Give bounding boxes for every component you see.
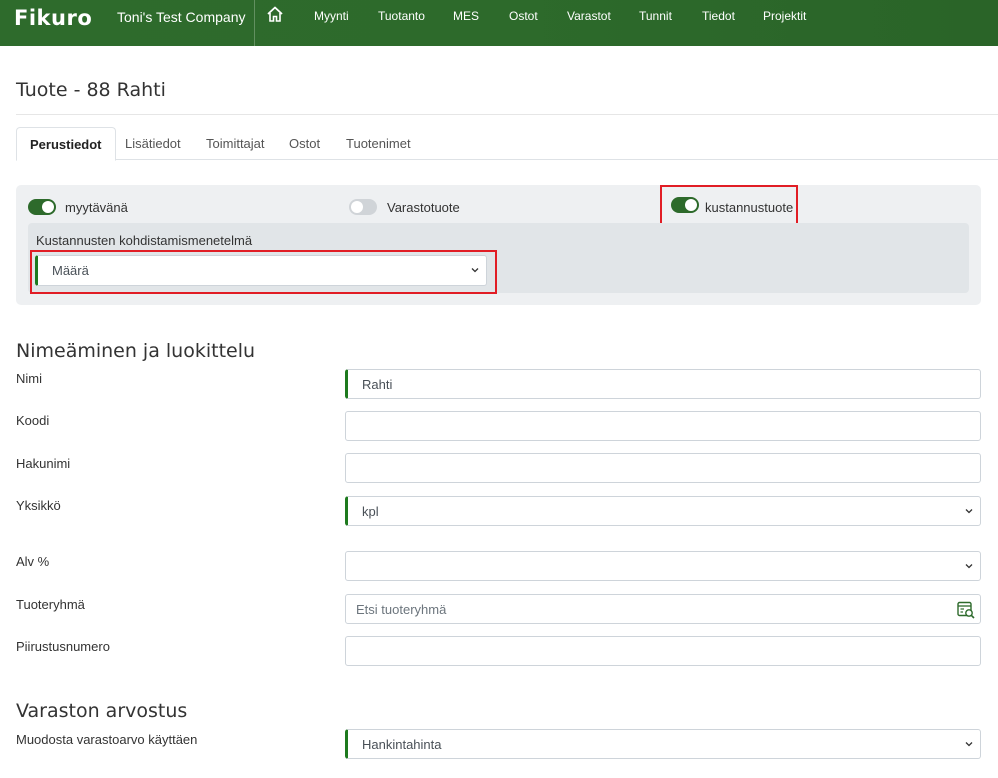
code-label: Koodi	[16, 413, 50, 428]
for-sale-toggle[interactable]	[28, 199, 56, 215]
unit-select[interactable]: kpl	[345, 496, 981, 526]
section-title-naming: Nimeäminen ja luokittelu	[16, 340, 256, 362]
company-name[interactable]: Toni's Test Company	[117, 9, 245, 25]
chevron-down-icon	[471, 268, 479, 273]
tab-bar: Perustiedot Lisätiedot Toimittajat Ostot…	[16, 127, 998, 161]
home-icon[interactable]	[266, 5, 284, 23]
product-group-label: Tuoteryhmä	[16, 597, 85, 612]
unit-value: kpl	[362, 504, 379, 519]
allocation-method-value: Määrä	[52, 263, 89, 278]
nav-item-tiedot[interactable]: Tiedot	[702, 9, 735, 23]
chevron-down-icon	[965, 742, 973, 747]
page-title: Tuote - 88 Rahti	[16, 79, 166, 101]
nav-item-myynti[interactable]: Myynti	[314, 9, 349, 23]
vat-label: Alv %	[16, 554, 50, 569]
unit-label: Yksikkö	[16, 498, 61, 513]
allocation-method-select[interactable]: Määrä	[35, 255, 487, 286]
chevron-down-icon	[965, 564, 973, 569]
brand-logo[interactable]: Fikuro	[14, 6, 92, 30]
name-label: Nimi	[16, 371, 42, 386]
tab-perustiedot[interactable]: Perustiedot	[16, 127, 116, 161]
stock-item-label: Varastotuote	[387, 200, 460, 215]
nav-divider	[254, 0, 255, 46]
nav-item-mes[interactable]: MES	[453, 9, 479, 23]
for-sale-label: myytävänä	[65, 200, 128, 215]
search-name-label: Hakunimi	[16, 456, 71, 471]
name-input[interactable]: Rahti	[345, 369, 981, 399]
search-name-input[interactable]	[345, 453, 981, 483]
product-group-search[interactable]: Etsi tuoteryhmä	[345, 594, 981, 624]
nav-item-varastot[interactable]: Varastot	[567, 9, 611, 23]
title-divider	[16, 114, 998, 115]
tab-ostot[interactable]: Ostot	[276, 127, 333, 160]
code-input[interactable]	[345, 411, 981, 441]
drawing-number-input[interactable]	[345, 636, 981, 666]
product-group-placeholder: Etsi tuoteryhmä	[356, 602, 447, 617]
tab-toimittajat[interactable]: Toimittajat	[193, 127, 278, 160]
name-value: Rahti	[362, 377, 393, 392]
valuation-method-label: Muodosta varastoarvo käyttäen	[16, 732, 198, 747]
nav-item-projektit[interactable]: Projektit	[763, 9, 806, 23]
cost-item-toggle[interactable]	[671, 197, 699, 213]
allocation-label: Kustannusten kohdistamismenetelmä	[36, 233, 253, 248]
vat-select[interactable]	[345, 551, 981, 581]
cost-item-label: kustannustuote	[705, 200, 794, 215]
search-list-icon[interactable]	[956, 600, 976, 620]
nav-item-ostot[interactable]: Ostot	[509, 9, 538, 23]
drawing-number-label: Piirustusnumero	[16, 639, 110, 654]
product-type-panel: myytävänä Varastotuote kustannustuote Ku…	[16, 185, 981, 305]
valuation-method-select[interactable]: Hankintahinta	[345, 729, 981, 759]
chevron-down-icon	[965, 509, 973, 514]
nav-item-tunnit[interactable]: Tunnit	[639, 9, 672, 23]
stock-item-toggle[interactable]	[349, 199, 377, 215]
valuation-method-value: Hankintahinta	[362, 737, 442, 752]
tab-tuotenimet[interactable]: Tuotenimet	[333, 127, 424, 160]
tab-lisatiedot[interactable]: Lisätiedot	[112, 127, 194, 160]
section-title-valuation: Varaston arvostus	[16, 700, 188, 722]
nav-item-tuotanto[interactable]: Tuotanto	[378, 9, 425, 23]
top-navbar: Fikuro Toni's Test Company Myynti Tuotan…	[0, 0, 998, 46]
